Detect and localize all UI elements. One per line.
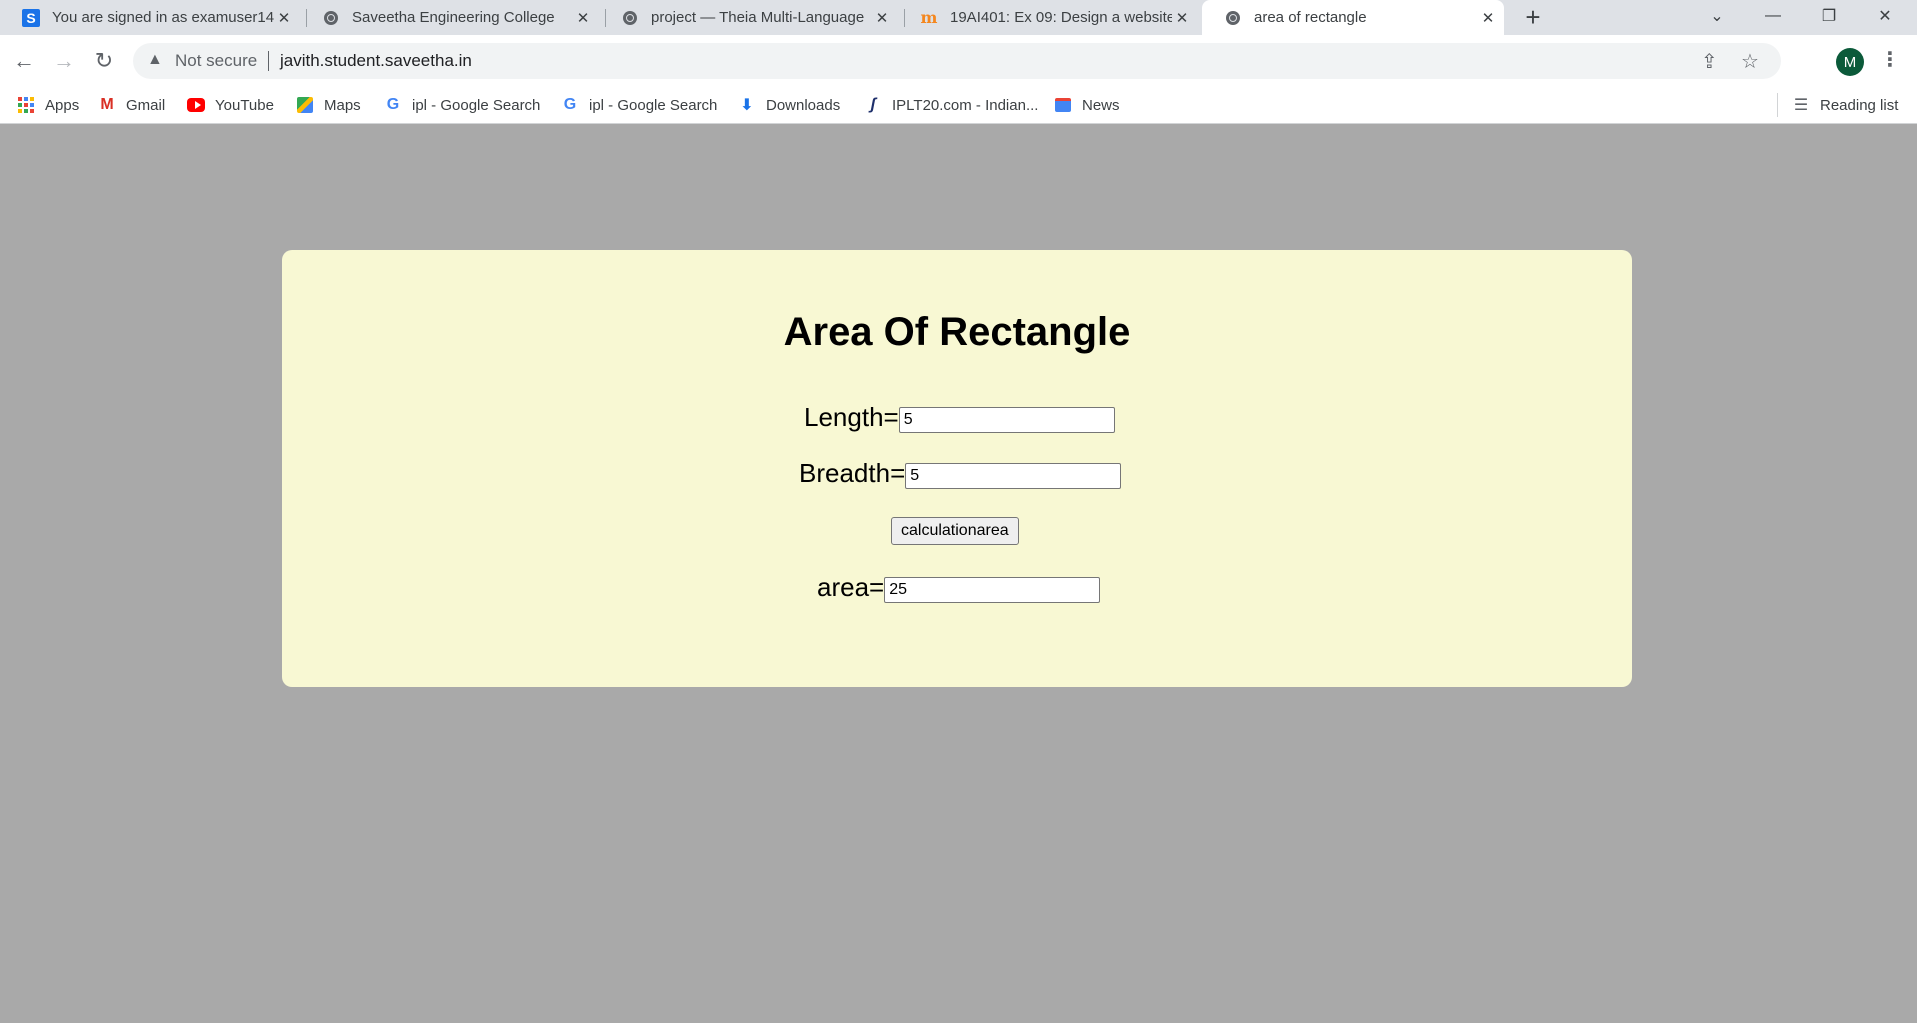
length-row: Length= <box>804 402 1115 433</box>
length-input[interactable] <box>898 407 1115 433</box>
area-row: area= <box>817 572 1101 603</box>
address-bar[interactable]: ▲ Not secure javith.student.saveetha.in … <box>133 43 1781 79</box>
back-arrow-icon[interactable]: ← <box>9 46 39 76</box>
tab-title: You are signed in as examuser14 <box>52 9 274 26</box>
close-icon[interactable]: ✕ <box>1172 8 1192 28</box>
tab-title: area of rectangle <box>1254 9 1367 26</box>
bookmark-ipl-search-2[interactable]: G ipl - Google Search <box>561 94 718 116</box>
reading-list-button[interactable]: ☰ Reading list <box>1792 94 1899 116</box>
bookmark-gmail[interactable]: M Gmail <box>98 94 165 116</box>
tab-moodle[interactable]: m 19AI401: Ex 09: Design a website ✕ <box>898 0 1198 35</box>
reading-list-icon: ☰ <box>1793 97 1809 114</box>
warning-triangle-icon[interactable]: ▲ <box>147 51 163 69</box>
bookmark-label: Gmail <box>126 96 166 114</box>
bookmark-label: Maps <box>324 96 361 114</box>
bookmark-maps[interactable]: Maps <box>296 94 361 116</box>
more-menu-icon[interactable]: ⋮ <box>1880 47 1900 72</box>
page-title: Area Of Rectangle <box>783 310 1131 354</box>
close-icon[interactable]: ✕ <box>573 8 593 28</box>
bookmark-label: ipl - Google Search <box>412 96 541 114</box>
google-icon: G <box>386 96 400 113</box>
forward-arrow-icon[interactable]: → <box>49 46 79 76</box>
tab-search-chevron-icon[interactable]: ⌄ <box>1689 0 1745 32</box>
news-icon <box>1054 96 1072 114</box>
profile-avatar[interactable]: M <box>1836 48 1864 76</box>
bookmark-label: ipl - Google Search <box>589 96 718 114</box>
download-icon: ⬇ <box>740 97 754 114</box>
restore-icon[interactable]: ❐ <box>1801 0 1857 32</box>
close-icon[interactable]: ✕ <box>872 8 892 28</box>
reload-icon[interactable]: ↻ <box>89 46 119 76</box>
tab-title: project — Theia Multi-Language <box>651 9 865 26</box>
omnibox-divider <box>268 51 269 71</box>
length-label: Length= <box>804 402 899 432</box>
bookmark-star-icon[interactable]: ☆ <box>1741 49 1759 74</box>
s-favicon-icon: S <box>22 8 40 27</box>
bookmark-label: IPLT20.com - Indian... <box>892 96 1039 114</box>
apps-icon <box>17 96 35 114</box>
share-icon[interactable]: ⇪ <box>1701 49 1718 74</box>
browser-toolbar: ← → ↻ ▲ Not secure javith.student.saveet… <box>0 35 1917 87</box>
iplt20-icon: ʃ <box>870 96 876 113</box>
youtube-icon <box>187 96 205 114</box>
breadth-row: Breadth= <box>799 458 1122 489</box>
not-secure-label[interactable]: Not secure <box>175 51 257 71</box>
bookmarks-divider <box>1777 93 1778 117</box>
gmail-icon: M <box>100 96 114 113</box>
bookmark-label: Downloads <box>766 96 841 114</box>
tab-title: Saveetha Engineering College <box>352 9 555 26</box>
minimize-icon[interactable]: — <box>1745 0 1801 32</box>
tab-theia[interactable]: project — Theia Multi-Language ✕ <box>599 0 898 35</box>
breadth-input[interactable] <box>905 463 1122 489</box>
bookmark-news[interactable]: News <box>1054 94 1120 116</box>
bookmark-label: YouTube <box>215 96 274 114</box>
new-tab-plus-icon[interactable]: + <box>1518 2 1548 32</box>
globe-icon <box>322 9 340 27</box>
moodle-icon: m <box>920 8 938 27</box>
url-text[interactable]: javith.student.saveetha.in <box>280 51 472 71</box>
bookmark-label: News <box>1082 96 1120 114</box>
area-label: area= <box>817 572 885 602</box>
breadth-label: Breadth= <box>799 458 906 488</box>
bookmark-apps[interactable]: Apps <box>17 94 79 116</box>
page-viewport: Area Of Rectangle Length= Breadth= calcu… <box>0 124 1917 1023</box>
bookmark-downloads[interactable]: ⬇ Downloads <box>738 94 840 116</box>
calculator-card: Area Of Rectangle Length= Breadth= calcu… <box>282 250 1632 687</box>
maps-icon <box>296 96 314 114</box>
bookmarks-bar: Apps M Gmail YouTube Maps G ipl - Google… <box>0 87 1917 124</box>
tab-title: 19AI401: Ex 09: Design a website <box>950 9 1172 26</box>
tab-signed-in[interactable]: S You are signed in as examuser14 ✕ <box>0 0 300 35</box>
close-icon[interactable]: ✕ <box>274 8 294 28</box>
bookmark-ipl-search-1[interactable]: G ipl - Google Search <box>384 94 541 116</box>
tab-area-of-rectangle[interactable]: area of rectangle ✕ <box>1202 0 1504 35</box>
calculate-area-button[interactable]: calculationarea <box>891 517 1019 545</box>
area-output[interactable] <box>884 577 1101 603</box>
globe-icon <box>621 9 639 27</box>
bookmark-iplt20[interactable]: ʃ IPLT20.com - Indian... <box>864 94 1038 116</box>
globe-icon <box>1224 9 1242 27</box>
window-close-icon[interactable]: ✕ <box>1857 0 1913 32</box>
google-icon: G <box>563 96 577 113</box>
bookmark-youtube[interactable]: YouTube <box>187 94 274 116</box>
close-icon[interactable]: ✕ <box>1478 8 1498 28</box>
bookmark-label: Apps <box>45 96 80 114</box>
tab-strip: S You are signed in as examuser14 ✕ Save… <box>0 0 1917 35</box>
tab-saveetha[interactable]: Saveetha Engineering College ✕ <box>300 0 599 35</box>
reading-list-label: Reading list <box>1820 96 1899 114</box>
